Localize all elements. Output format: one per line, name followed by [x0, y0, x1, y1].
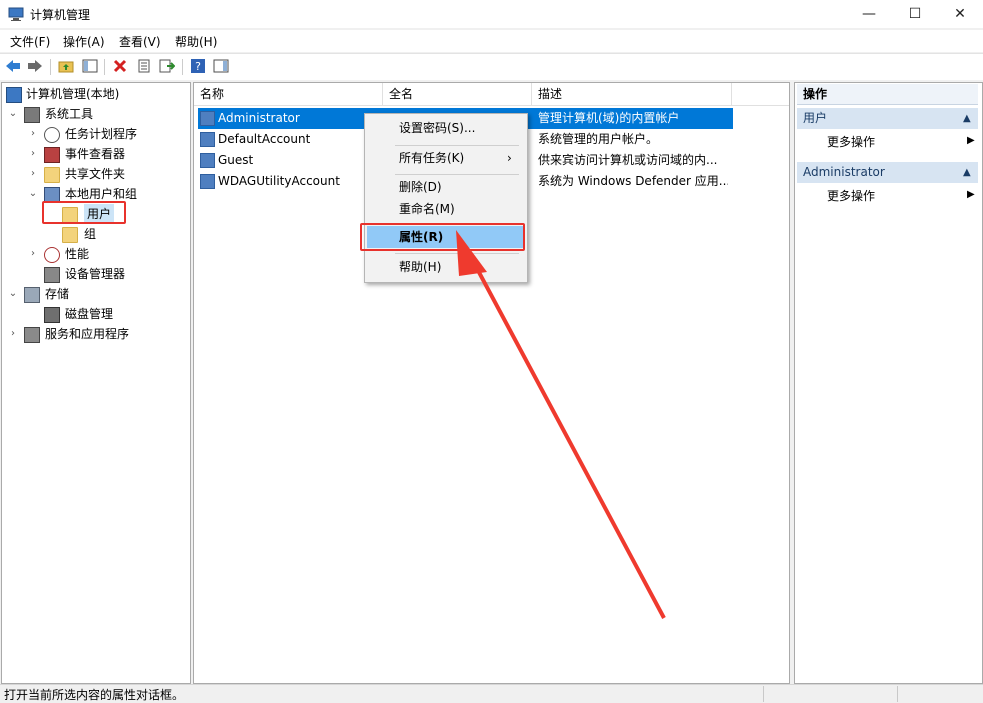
actions-header: 操作: [797, 84, 978, 105]
submenu-arrow-icon: ▶: [967, 189, 975, 200]
actions-section-administrator[interactable]: Administrator ▲: [797, 162, 978, 183]
more-actions-users[interactable]: 更多操作: [827, 132, 875, 152]
collapse-up-icon[interactable]: ▲: [963, 162, 971, 183]
actions-pane: 操作 用户 ▲ 更多操作 ▶ Administrator ▲ 更多操作 ▶: [794, 82, 983, 684]
collapse-up-icon[interactable]: ▲: [963, 108, 971, 129]
status-bar: 打开当前所选内容的属性对话框。: [0, 684, 983, 703]
more-actions-administrator[interactable]: 更多操作: [827, 186, 875, 206]
submenu-arrow-icon: ▶: [967, 135, 975, 146]
status-text: 打开当前所选内容的属性对话框。: [4, 688, 185, 702]
actions-section-users[interactable]: 用户 ▲: [797, 108, 978, 129]
